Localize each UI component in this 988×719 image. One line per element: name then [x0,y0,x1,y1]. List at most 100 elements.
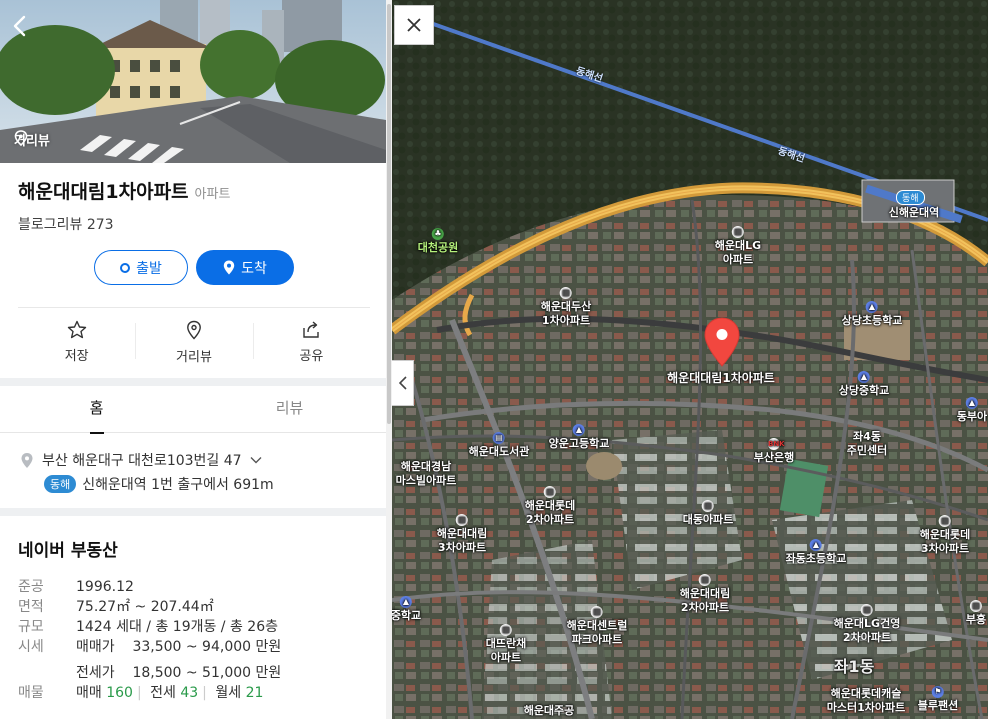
share-label: 공유 [299,349,324,364]
map-label-poi[interactable]: ▲ 상당중학교 [839,371,889,398]
chevron-down-icon[interactable] [250,456,262,464]
map-label-poi[interactable]: ▦ 해운대대림 3차아파트 [437,514,487,555]
info-row-listings[interactable]: 매물 매매 160 | 전세 43 | 월세 21 [18,683,281,703]
info-row-scale: 규모 1424 세대 / 총 19개동 / 총 26층 [18,617,281,637]
school-icon: ▲ [809,539,822,551]
info-value: 매매가 33,500 ~ 94,000 만원 [76,639,282,655]
depart-label: 출발 [136,260,162,277]
blog-review-label: 블로그리뷰 [18,217,83,233]
map-label-poi[interactable]: ▦ 해운대롯데 2차아파트 [525,486,575,527]
map-label-poi[interactable]: BNK 부산은행 [754,438,794,465]
info-key: 시세 [18,639,44,655]
destination-pin-icon [223,260,235,275]
collapse-panel-button[interactable] [392,360,414,406]
save-label: 저장 [64,349,89,364]
subway-distance-text: 신해운대역 1번 출구에서 691m [82,477,274,493]
listing-sale-count: 160 [106,685,133,701]
place-category: 아파트 [194,187,231,202]
scrollbar-thumb[interactable] [387,4,391,424]
divider [18,307,370,308]
info-key [18,663,76,683]
close-button[interactable] [394,5,434,45]
apartment-icon: ▦ [860,604,873,616]
address-row[interactable]: 부산 해운대구 대천로103번길 47 [20,450,262,470]
arrive-label: 도착 [241,260,267,277]
map-label-poi[interactable]: ⚑ 블루팬션 [918,686,958,713]
info-key: 매물 [18,685,44,701]
location-pin-icon [187,320,201,340]
blog-review-count: 273 [86,217,114,233]
tab-home[interactable]: 홈 [0,386,193,434]
place-summary-card: 해운대대림1차아파트 아파트 블로그리뷰 273 출발 도착 저장 거리뷰 공유 [0,163,386,378]
info-value: 1996.12 [76,579,134,595]
share-icon [303,321,320,338]
arrive-button[interactable]: 도착 [196,250,294,285]
info-row-price-jeonse: 전세가 18,500 ~ 51,000 만원 [18,663,281,683]
apartment-icon: ▦ [732,226,744,238]
address-text: 부산 해운대구 대천로103번길 47 [42,453,242,469]
tab-review[interactable]: 리뷰 [193,386,386,432]
real-estate-card: 네이버 부동산 준공 1996.12 면적 75.27㎡ ~ 207.44㎡ 규… [0,516,386,719]
station-line-badge: 동해 [896,190,925,205]
map-label-station[interactable]: 신해운대역 [889,206,940,220]
apartment-icon: ▦ [499,624,512,636]
map-label-poi[interactable]: ▲ 동부아 [957,397,987,424]
action-bar: 저장 거리뷰 공유 [18,311,370,373]
map-label-park[interactable]: ♣ 대천공원 [418,228,458,255]
chevron-left-icon [398,376,407,390]
depart-button[interactable]: 출발 [94,250,188,285]
listing-jeonse-label: 전세 [150,685,176,701]
info-value: 1424 세대 / 총 19개동 / 총 26층 [76,619,279,635]
map-label-poi[interactable]: ▦ 해운대센트럴 파크아파트 [567,606,627,647]
streetview-button[interactable]: 거리뷰 [135,311,252,373]
map-label-poi[interactable]: ▦ 해운대LG건영 2차아파트 [834,604,900,645]
apartment-icon: ▦ [698,574,711,586]
map-label-poi[interactable]: 해운대경남 마스빌아파트 [396,460,457,488]
real-estate-title[interactable]: 네이버 부동산 [18,536,118,561]
subway-info: 동해 신해운대역 1번 출구에서 691m [44,474,274,494]
back-button[interactable] [10,14,36,40]
streetview-overlay-label: 거리뷰 [14,130,50,149]
library-icon: ▤ [492,432,505,444]
apartment-icon: ▦ [970,600,982,612]
map-label-poi[interactable]: ▲ 좌동초등학교 [786,539,846,566]
map-label-poi[interactable]: ▦ 대동아파트 [683,500,733,527]
share-button[interactable]: 공유 [252,311,370,373]
info-key: 준공 [18,579,44,595]
apartment-icon: ▦ [559,287,572,299]
tab-bar: 홈 리뷰 [0,386,386,434]
map-label-poi[interactable]: ▦ 부흥 [966,600,986,627]
info-row-area: 면적 75.27㎡ ~ 207.44㎡ [18,597,281,617]
map-label-poi[interactable]: ▦ 해운대롯데 3차아파트 [920,515,970,556]
apartment-icon: ▦ [938,515,951,527]
map-label-poi[interactable]: ▲ 상당초등학교 [842,301,902,328]
info-key: 면적 [18,599,44,615]
info-key: 규모 [18,619,44,635]
map-label-poi[interactable]: ▲ 양운고등학교 [549,424,609,451]
map-label-district: 좌1동 [833,657,875,676]
selected-place-pin-icon[interactable] [702,316,742,368]
place-panel: 거리뷰 해운대대림1차아파트 아파트 블로그리뷰 273 출발 도착 저장 거리… [0,0,392,719]
map-label-poi[interactable]: ▲ 중학교 [392,596,421,623]
map-label-selected-place[interactable]: 해운대대림1차아파트 [667,371,775,385]
location-pin-icon [14,130,28,146]
map-label-poi[interactable]: 해운대롯데캐슬 마스터1차아파트 [827,687,906,715]
info-row-price-sale: 시세 매매가 33,500 ~ 94,000 만원 [18,637,281,657]
school-icon: ▲ [865,301,878,313]
school-icon: ▲ [966,397,978,409]
streetview-thumbnail[interactable]: 거리뷰 [0,0,386,163]
map-label-poi[interactable]: 좌4동 주민센터 [847,430,887,458]
info-value: 전세가 18,500 ~ 51,000 만원 [76,665,282,681]
info-value: 75.27㎡ ~ 207.44㎡ [76,599,214,615]
map-label-poi[interactable]: ▦ 해운대두산 1차아파트 [541,287,591,328]
map-label-poi[interactable]: 해운대주공 [524,704,575,718]
save-button[interactable]: 저장 [18,311,135,373]
map-label-poi[interactable]: ▦ 해운대LG 아파트 [715,226,761,267]
satellite-map[interactable]: 동해선 동해선 신해운대역 ♣ 대천공원 ▦ 해운대LG 아파트 ▦ 해운대두산 1차… [392,0,988,719]
map-label-poi[interactable]: ▦ 대뜨란채 아파트 [486,624,526,665]
map-label-poi[interactable]: ▦ 해운대대림 2차아파트 [680,574,730,615]
map-label-poi[interactable]: ▤ 해운대도서관 [469,432,529,459]
blog-review-link[interactable]: 블로그리뷰 273 [18,214,114,234]
real-estate-info: 준공 1996.12 면적 75.27㎡ ~ 207.44㎡ 규모 1424 세… [18,577,281,703]
pension-icon: ⚑ [931,686,944,698]
